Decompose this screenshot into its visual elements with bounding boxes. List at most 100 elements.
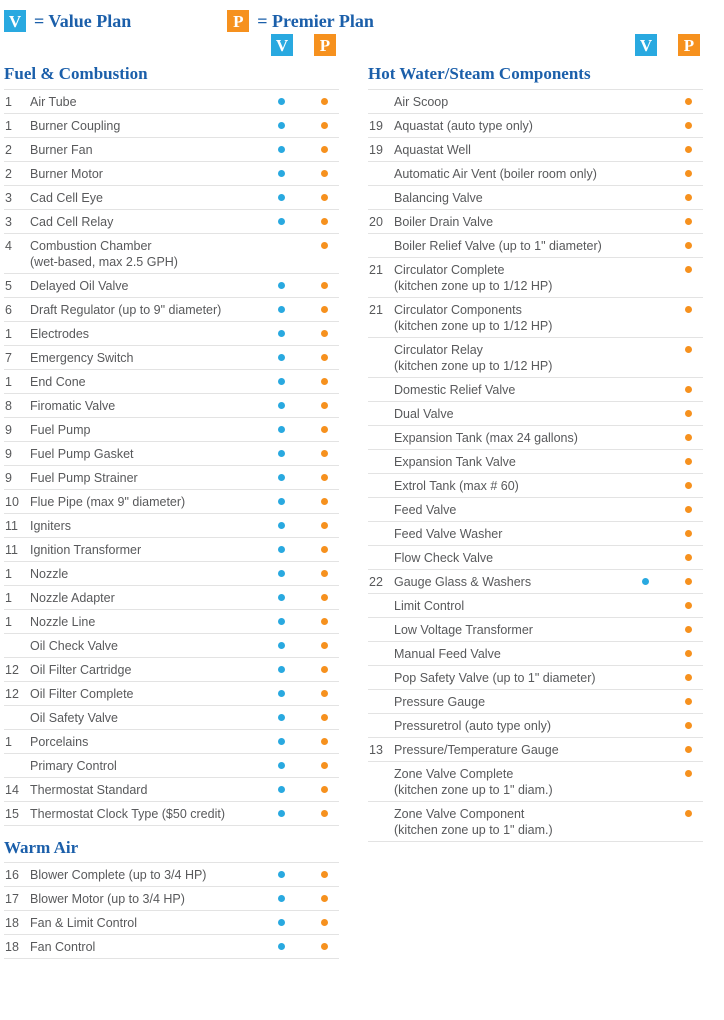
- component-row: 1 Electrodes: [4, 320, 339, 345]
- component-row-number: 12: [5, 686, 19, 701]
- component-row: Primary Control: [4, 752, 339, 777]
- value-plan-dot-icon: [278, 473, 285, 481]
- component-row: 19 Aquastat (auto type only): [368, 112, 703, 137]
- premier-plan-dot-icon: [321, 617, 328, 625]
- component-row: 11 Igniters: [4, 512, 339, 537]
- coverage-columns: V P Fuel & Combustion 1 Air Tube 1 Burner Coup…: [0, 34, 724, 960]
- component-row-label: Combustion Chamber (wet-based, max 2.5 GP…: [30, 238, 339, 270]
- component-row: Balancing Valve: [368, 184, 703, 209]
- component-row-label: Aquastat Well: [394, 142, 471, 157]
- value-plan-dot-icon: [278, 497, 285, 505]
- coverage-column-left: V P Fuel & Combustion 1 Air Tube 1 Burner Coup…: [4, 34, 339, 960]
- component-row: 15 Thermostat Clock Type ($50 credit): [4, 800, 339, 826]
- component-row-label: Flow Check Valve: [394, 550, 494, 565]
- value-plan-dot-icon: [278, 217, 285, 225]
- component-row-label: Delayed Oil Valve: [30, 278, 129, 293]
- component-row-number: 19: [369, 142, 383, 157]
- component-row-label: Nozzle Adapter: [30, 590, 115, 605]
- component-row-label: Ignition Transformer: [30, 542, 142, 557]
- premier-plan-dot-icon: [321, 305, 328, 313]
- section-title: Fuel & Combustion: [4, 64, 148, 83]
- value-plan-dot-icon: [278, 737, 285, 745]
- component-row-number: 9: [5, 470, 12, 485]
- component-row-label: Nozzle Line: [30, 614, 96, 629]
- component-row-number: 8: [5, 398, 12, 413]
- component-row-label: Air Tube: [30, 94, 77, 109]
- column-header-badges: VP: [368, 34, 703, 60]
- component-row-number: 2: [5, 166, 12, 181]
- component-row-sublabel: (kitchen zone up to 1" diam.): [394, 782, 553, 797]
- value-plan-dot-icon: [278, 689, 285, 697]
- component-row-number: 18: [5, 916, 19, 931]
- component-row-number: 16: [5, 868, 19, 883]
- component-row: 1 Porcelains: [4, 728, 339, 753]
- component-row: Domestic Relief Valve: [368, 376, 703, 401]
- component-row-label: Pressure Gauge: [394, 694, 486, 709]
- component-row: 2 Burner Motor: [4, 160, 339, 185]
- section-title: Warm Air: [4, 837, 79, 857]
- component-row-label: Fuel Pump: [30, 422, 91, 437]
- component-row: Zone Valve Complete (kitchen zone up to 1…: [368, 760, 703, 801]
- premier-plan-dot-icon: [321, 121, 328, 129]
- value-plan-dot-icon: [278, 641, 285, 649]
- component-row-label: Cad Cell Relay: [30, 214, 114, 229]
- component-row: 18 Fan & Limit Control: [4, 910, 339, 934]
- value-plan-dot-icon: [278, 377, 285, 385]
- component-row: 17 Blower Motor (up to 3/4 HP): [4, 886, 339, 910]
- component-row: Expansion Tank Valve: [368, 448, 703, 473]
- premier-plan-dot-icon: [321, 193, 328, 201]
- component-row-label: Air Scoop: [394, 94, 449, 109]
- component-row: 4 Combustion Chamber (wet-based, max 2.5 G…: [4, 232, 339, 273]
- component-row-label: Pressure/Temperature Gauge: [394, 742, 559, 757]
- premier-plan-dot-icon: [685, 241, 692, 249]
- component-row: Dual Valve: [368, 400, 703, 425]
- component-row-label: Cad Cell Eye: [30, 190, 103, 205]
- component-row-label: Low Voltage Transformer: [394, 622, 533, 637]
- component-row-number: 22: [369, 574, 383, 589]
- component-row-label: Aquastat (auto type only): [394, 118, 533, 133]
- component-row-number: 3: [5, 190, 12, 205]
- component-row-label: Oil Safety Valve: [30, 710, 119, 725]
- component-row: 21 Circulator Complete (kitchen zone up to…: [368, 256, 703, 297]
- value-plan-dot-icon: [278, 329, 285, 337]
- premier-plan-dot-icon: [321, 593, 328, 601]
- component-row-label: Firomatic Valve: [30, 398, 116, 413]
- component-row-number: 19: [369, 118, 383, 133]
- component-row-number: 1: [5, 734, 12, 749]
- premier-plan-dot-icon: [321, 665, 328, 673]
- premier-plan-dot-icon: [685, 121, 692, 129]
- component-row: 12 Oil Filter Complete: [4, 680, 339, 705]
- value-plan-dot-icon: [278, 401, 285, 409]
- premier-plan-dot-icon: [685, 305, 692, 313]
- value-plan-dot-icon: [278, 281, 285, 289]
- component-row-label: Zone Valve Complete (kitchen zone up to 1…: [394, 766, 703, 798]
- premier-plan-dot-icon: [321, 449, 328, 457]
- component-row-number: 13: [369, 742, 383, 757]
- premier-plan-dot-icon: [321, 713, 328, 721]
- value-plan-dot-icon: [278, 521, 285, 529]
- component-row-number: 12: [5, 662, 19, 677]
- component-row: 19 Aquastat Well: [368, 136, 703, 161]
- component-row-number: 9: [5, 446, 12, 461]
- component-row: 13 Pressure/Temperature Gauge: [368, 736, 703, 761]
- premier-plan-dot-icon: [685, 577, 692, 585]
- value-plan-dot-icon: [278, 353, 285, 361]
- component-row-label: Expansion Tank (max 24 gallons): [394, 430, 578, 445]
- premier-plan-dot-icon: [685, 169, 692, 177]
- component-row-label: Thermostat Standard: [30, 782, 148, 797]
- component-row: 10 Flue Pipe (max 9" diameter): [4, 488, 339, 513]
- value-plan-dot-icon: [278, 425, 285, 433]
- plan-legend: V = Value Plan P = Premier Plan: [0, 0, 724, 34]
- premier-plan-dot-icon: [321, 97, 328, 105]
- premier-plan-dot-icon: [685, 601, 692, 609]
- column-header-premier-badge-icon: P: [678, 34, 700, 56]
- component-row: Pop Safety Valve (up to 1" diameter): [368, 664, 703, 689]
- component-row: 2 Burner Fan: [4, 136, 339, 161]
- component-row: Low Voltage Transformer: [368, 616, 703, 641]
- component-row-label: Fan & Limit Control: [30, 916, 137, 931]
- component-row: 20 Boiler Drain Valve: [368, 208, 703, 233]
- component-row-sublabel: (kitchen zone up to 1/12 HP): [394, 278, 553, 293]
- premier-plan-dot-icon: [685, 457, 692, 465]
- component-row: 7 Emergency Switch: [4, 344, 339, 369]
- premier-plan-dot-icon: [685, 553, 692, 561]
